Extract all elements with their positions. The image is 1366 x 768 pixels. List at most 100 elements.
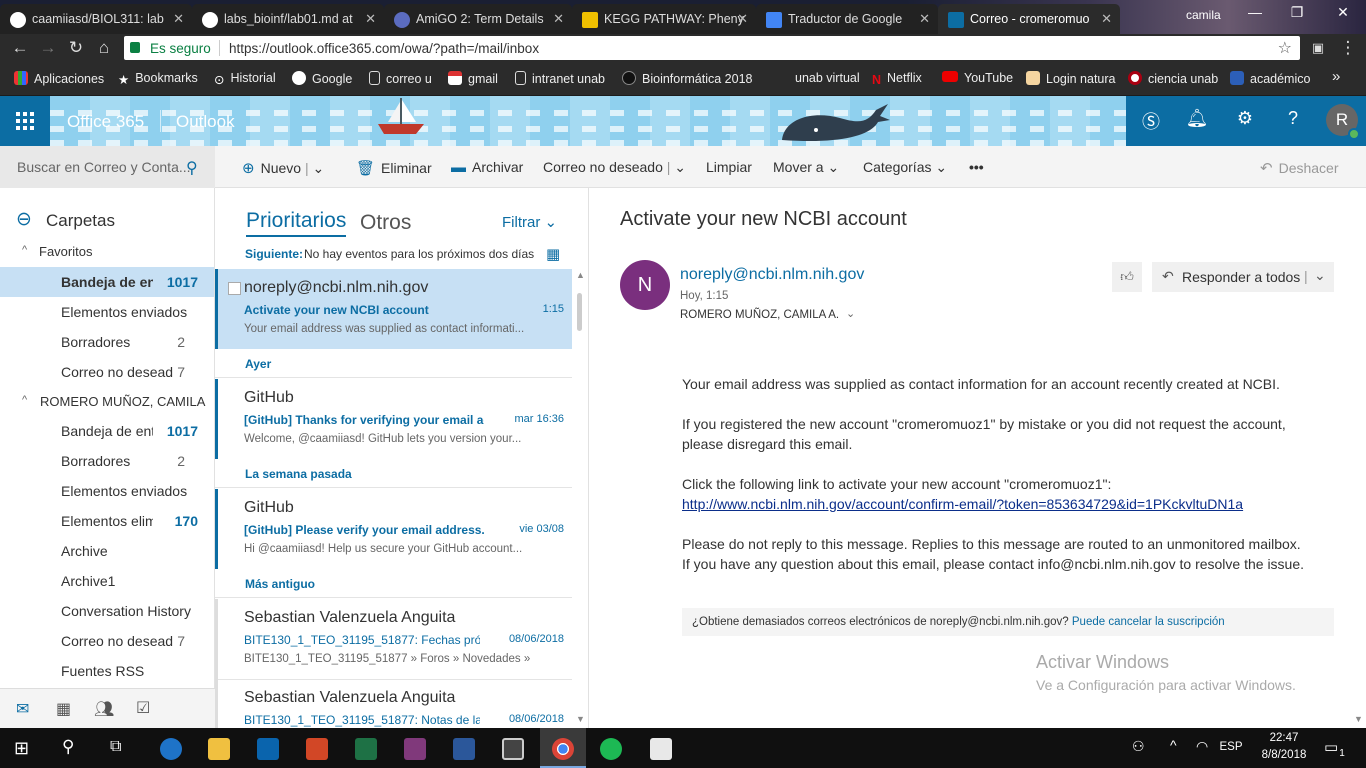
junk-button[interactable]: Correo no deseado | ⌄ (543, 159, 686, 176)
calendar-icon[interactable]: ▦ (546, 245, 560, 263)
expand-recipients-icon[interactable]: ⌄ (846, 307, 855, 320)
bookmark-gmail[interactable]: gmail (448, 71, 498, 86)
wifi-icon[interactable]: ◠ (1196, 738, 1208, 755)
close-icon[interactable]: ✕ (173, 11, 184, 27)
next-events[interactable]: No hay eventos para los próximos dos día… (304, 247, 534, 261)
close-icon[interactable]: ✕ (365, 11, 376, 27)
folder-junk-favorite[interactable]: Correo no desead 7 (0, 357, 214, 387)
tab-focused[interactable]: Prioritarios (246, 209, 346, 233)
reply-all-button[interactable]: ↶ Responder a todos | ⌄ (1152, 262, 1334, 292)
categories-button[interactable]: Categorías ⌄ (863, 159, 947, 176)
chevron-up-icon[interactable]: ^ (1170, 737, 1177, 753)
more-bookmarks-button[interactable]: » (1332, 68, 1340, 85)
tab-other[interactable]: Otros (360, 211, 411, 235)
folder-archive1[interactable]: Archive1 (0, 566, 214, 596)
scroll-down-icon[interactable]: ▼ (576, 714, 585, 724)
filter-button[interactable]: Filtrar ⌄ (502, 213, 557, 231)
search-icon[interactable]: ⚲ (186, 158, 198, 178)
bookmark-correo[interactable]: correo u (369, 71, 432, 86)
store-icon[interactable] (502, 738, 524, 760)
select-checkbox[interactable] (228, 282, 241, 295)
bookmark-google[interactable]: Google (292, 71, 352, 86)
folder-conversation-history[interactable]: Conversation History (0, 596, 214, 626)
bookmark-bioinformatica[interactable]: Bioinformática 2018 (622, 71, 752, 86)
people-icon[interactable]: 👥︎ (94, 699, 114, 719)
close-icon[interactable]: ✕ (737, 11, 748, 27)
close-icon[interactable]: ✕ (1101, 11, 1112, 27)
back-icon[interactable]: ← (8, 38, 32, 58)
excel-icon[interactable] (355, 738, 377, 760)
bookmark-apps[interactable]: Aplicaciones (14, 71, 104, 86)
folder-rss[interactable]: Fuentes RSS (0, 656, 214, 686)
list-item[interactable]: noreply@ncbi.nlm.nih.gov Activate your n… (215, 269, 572, 349)
chevron-down-icon[interactable]: ⌄ (674, 159, 686, 175)
group-header[interactable]: La semana pasada (245, 467, 352, 481)
list-item[interactable]: Sebastian Valenzuela Anguita BITE130_1_T… (215, 679, 572, 728)
office365-label[interactable]: Office 365 (67, 112, 144, 132)
url-text[interactable]: https://outlook.office365.com/owa/?path=… (229, 41, 539, 56)
profile-name[interactable]: camila (1186, 8, 1221, 22)
new-button[interactable]: ⊕ Nuevo | ⌄ (242, 159, 324, 177)
clock-date[interactable]: 8/8/2018 (1252, 749, 1316, 761)
outlook-app-icon[interactable] (257, 738, 279, 760)
spotify-icon[interactable] (600, 738, 622, 760)
browser-tab-4[interactable]: KEGG PATHWAY: Pheny ✕ (572, 4, 756, 34)
browser-tab-2[interactable]: labs_bioinf/lab01.md at ✕ (192, 4, 384, 34)
people-icon[interactable]: ⚇ (1132, 738, 1145, 755)
bookmark-star-icon[interactable]: ☆ (1278, 38, 1292, 58)
undo-button[interactable]: ↶ Deshacer (1260, 159, 1339, 177)
folder-sent-favorite[interactable]: Elementos enviados (0, 297, 214, 327)
search-input[interactable]: Buscar en Correo y Conta... (17, 159, 191, 175)
unsubscribe-link[interactable]: Puede cancelar la suscripción (1072, 616, 1225, 628)
browser-tab-1[interactable]: caamiiasd/BIOL311: lab ✕ (0, 4, 192, 34)
group-header[interactable]: Ayer (245, 357, 271, 371)
folder-inbox[interactable]: Bandeja de ent 1017 (0, 416, 214, 446)
text-editor-icon[interactable] (650, 738, 672, 760)
reload-icon[interactable]: ↻ (64, 38, 88, 58)
sender-avatar[interactable]: N (620, 260, 670, 310)
collapse-pane-icon[interactable]: ⊖ (16, 208, 32, 231)
like-button[interactable]: 👍︎ (1112, 262, 1142, 292)
sweep-button[interactable]: Limpiar (706, 159, 752, 175)
bookmark-youtube[interactable]: YouTube (942, 71, 1013, 85)
outlook-label[interactable]: Outlook (176, 112, 235, 132)
folder-inbox-favorite[interactable]: Bandeja de en 1017 (0, 267, 214, 297)
favorites-title[interactable]: Favoritos (39, 244, 92, 259)
clock-time[interactable]: 22:47 (1252, 732, 1316, 744)
bookmark-bookmarks[interactable]: ★ Bookmarks (118, 71, 198, 87)
calendar-icon[interactable]: ▦ (56, 699, 71, 719)
home-icon[interactable]: ⌂ (92, 38, 116, 58)
address-bar[interactable]: Es seguro https://outlook.office365.com/… (124, 36, 1300, 60)
chevron-up-icon[interactable]: ^ (22, 244, 27, 256)
folder-drafts[interactable]: Borradores 2 (0, 446, 214, 476)
delete-button[interactable]: 🗑︎ Eliminar (356, 159, 432, 177)
powerpoint-icon[interactable] (306, 738, 328, 760)
skype-icon[interactable]: Ⓢ (1138, 108, 1164, 134)
close-icon[interactable]: ✕ (919, 11, 930, 27)
windows-start-icon[interactable]: ⊞ (14, 738, 29, 759)
tasks-icon[interactable]: ☑ (136, 698, 150, 718)
search-icon[interactable]: ⚲ (62, 737, 74, 757)
mail-icon[interactable]: ✉ (16, 699, 29, 719)
minimize-icon[interactable]: — (1232, 4, 1278, 20)
edge-icon[interactable] (160, 738, 182, 760)
bookmark-intranet[interactable]: intranet unab (515, 71, 605, 86)
close-window-icon[interactable]: ✕ (1320, 4, 1366, 21)
extension-icon[interactable]: ▣ (1306, 40, 1330, 56)
bookmark-login-natura[interactable]: Login natura (1026, 71, 1116, 86)
maximize-icon[interactable]: ❐ (1274, 4, 1320, 21)
archive-button[interactable]: ▬ Archivar (451, 159, 523, 176)
search-box[interactable]: Buscar en Correo y Conta... ⚲ (0, 146, 215, 188)
scroll-up-icon[interactable]: ▲ (576, 270, 585, 280)
help-icon[interactable]: ? (1280, 108, 1306, 134)
list-item[interactable]: GitHub [GitHub] Please verify your email… (215, 489, 572, 569)
sender-address[interactable]: noreply@ncbi.nlm.nih.gov (680, 266, 864, 284)
more-commands-button[interactable]: ••• (969, 159, 984, 175)
browser-tab-6-active[interactable]: Correo - cromeromuo ✕ (938, 4, 1120, 34)
bookmark-netflix[interactable]: N Netflix (872, 71, 922, 87)
chevron-down-icon[interactable]: ⌄ (312, 160, 324, 176)
folder-archive[interactable]: Archive (0, 536, 214, 566)
list-item[interactable]: GitHub [GitHub] Thanks for verifying you… (215, 379, 572, 459)
forward-icon[interactable]: → (36, 38, 60, 58)
app-launcher-icon[interactable] (0, 96, 50, 146)
